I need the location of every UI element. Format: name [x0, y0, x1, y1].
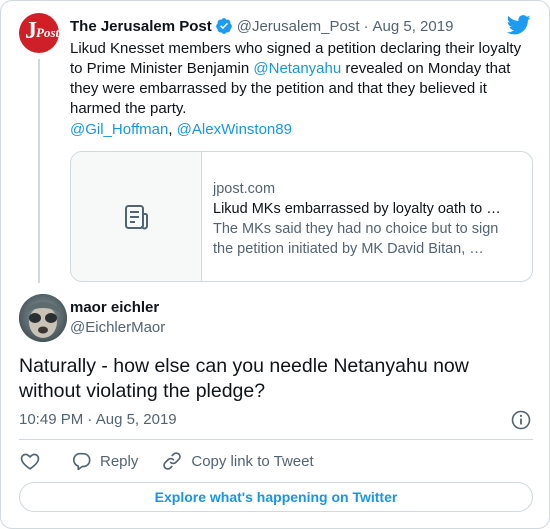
maor-eichler-avatar[interactable] — [19, 294, 67, 342]
info-icon[interactable] — [511, 410, 531, 435]
reply-label: Reply — [100, 452, 139, 470]
reply-author-handle[interactable]: @EichlerMaor — [70, 318, 165, 338]
parent-author-name[interactable]: The Jerusalem Post — [70, 18, 212, 35]
explore-twitter-button[interactable]: Explore what's happening on Twitter — [19, 482, 533, 512]
link-title: Likud MKs embarrassed by loyalty oath to… — [213, 201, 501, 217]
link-card-text: jpost.com Likud MKs embarrassed by loyal… — [213, 179, 518, 259]
reply-time: 10:49 PM — [19, 411, 84, 428]
reply-meta-separator: · — [87, 411, 93, 428]
heart-icon — [20, 453, 40, 470]
parent-tweet-text: Likud Knesset members who signed a petit… — [70, 39, 532, 119]
thread-connector-line — [38, 59, 40, 283]
parent-tweet-date[interactable]: Aug 5, 2019 — [373, 18, 454, 35]
link-preview-card[interactable]: jpost.com Likud MKs embarrassed by loyal… — [70, 151, 533, 282]
parent-tweet-header: The Jerusalem Post @Jerusalem_Post · Aug… — [70, 16, 453, 36]
verified-badge-icon — [215, 17, 233, 35]
embedded-tweet-card: J Post The Jerusalem Post @Jerusalem_Pos… — [0, 0, 550, 529]
speech-bubble-icon — [72, 452, 91, 471]
parent-tweet-mentions: @Gil_Hoffman, @AlexWinston89 — [70, 120, 292, 140]
divider — [19, 439, 533, 440]
mention-link-alexwinston89[interactable]: @AlexWinston89 — [177, 121, 292, 138]
link-thumbnail — [71, 152, 202, 281]
mention-link-netanyahu[interactable]: @Netanyahu — [253, 60, 341, 77]
reply-tweet-text: Naturally - how else can you needle Neta… — [19, 355, 469, 402]
link-description-line-2: the petition initiated by MK David Bitan… — [213, 241, 484, 257]
reply-author-name[interactable]: maor eichler — [70, 298, 159, 318]
link-description-line-1: The MKs said they had no choice but to s… — [213, 221, 499, 237]
parent-author-handle[interactable]: @Jerusalem_Post — [237, 18, 360, 35]
reply-button[interactable]: Reply — [70, 450, 138, 472]
copy-link-button[interactable]: Copy link to Tweet — [161, 450, 314, 472]
link-icon — [163, 452, 182, 470]
twitter-bird-icon[interactable] — [506, 15, 531, 40]
reply-timestamp[interactable]: 10:49 PM · Aug 5, 2019 — [19, 410, 177, 430]
tweet-actions-bar: Reply Copy link to Tweet — [19, 450, 314, 472]
mention-link-gil-hoffman[interactable]: @Gil_Hoffman — [70, 121, 168, 138]
header-separator: · — [363, 17, 369, 35]
copy-link-label: Copy link to Tweet — [191, 452, 314, 470]
document-icon — [125, 204, 148, 229]
reply-date: Aug 5, 2019 — [95, 411, 177, 428]
like-button[interactable] — [19, 450, 41, 472]
jerusalem-post-avatar[interactable]: J Post — [19, 13, 59, 53]
link-domain: jpost.com — [213, 181, 276, 197]
avatar-logo-text: Post — [36, 25, 59, 40]
mention-separator: , — [168, 121, 177, 138]
